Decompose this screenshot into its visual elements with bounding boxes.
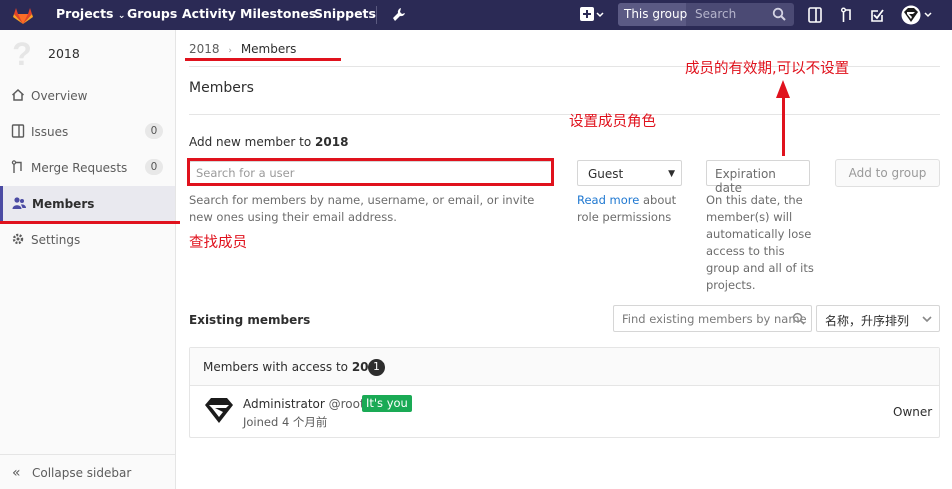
search-icon <box>772 7 786 21</box>
annotation-expiration-note: 成员的有效期,可以不设置 <box>685 61 850 77</box>
merge-requests-count-badge: 0 <box>145 159 163 175</box>
user-search-help: Search for members by name, username, or… <box>189 193 535 224</box>
sort-dropdown-label: 名称，升序排列 <box>825 314 910 328</box>
member-role: Owner <box>893 405 933 419</box>
gear-icon <box>12 233 24 245</box>
issues-icon <box>11 124 25 138</box>
expiration-help: On this date, the member(s) will automat… <box>706 193 814 292</box>
todo-icon[interactable] <box>870 7 884 23</box>
annotation-search-note: 查找成员 <box>189 235 247 251</box>
chevron-down-icon <box>922 316 932 323</box>
home-icon <box>11 88 25 101</box>
annotation-role-note: 设置成员角色 <box>569 114 656 130</box>
sidebar: ? 2018 Overview Issues 0 Merge Requests … <box>0 30 176 489</box>
annotation-arrow-shaft <box>782 96 785 156</box>
breadcrumb-group-link[interactable]: 2018 <box>189 42 220 56</box>
role-select[interactable]: Guest ▼ <box>577 160 682 186</box>
gitlab-logo-icon[interactable] <box>12 5 34 25</box>
users-icon <box>12 197 26 209</box>
group-avatar-icon: ? <box>12 40 32 68</box>
nav-milestones[interactable]: Milestones <box>240 6 316 21</box>
sidebar-item-label: Merge Requests <box>31 161 128 175</box>
plus-square-icon <box>580 7 604 21</box>
double-chevron-left-icon: « <box>12 465 21 481</box>
expiration-date-input[interactable]: Expiration date <box>706 160 810 195</box>
breadcrumb: 2018 › Members <box>189 42 296 56</box>
new-item-button[interactable] <box>580 5 604 26</box>
nav-groups[interactable]: Groups <box>127 6 177 21</box>
sidebar-group-name[interactable]: 2018 <box>48 46 80 61</box>
merge-request-icon <box>11 160 22 173</box>
nav-snippets[interactable]: Snippets <box>314 6 376 21</box>
search-icon[interactable] <box>792 312 805 325</box>
add-to-group-button[interactable]: Add to group <box>835 159 940 187</box>
nav-projects[interactable]: Projects ⌄ <box>56 6 125 21</box>
search-scope-label: This group <box>624 7 688 21</box>
member-joined-date: Joined 4 个月前 <box>243 415 328 429</box>
member-filter-input[interactable]: Find existing members by name <box>613 305 812 332</box>
merge-request-icon[interactable] <box>841 7 853 23</box>
annotation-underline-members <box>0 221 180 224</box>
annotation-search-box-highlight <box>187 158 554 186</box>
top-navbar: Projects ⌄ Groups Activity Milestones Sn… <box>0 0 952 30</box>
members-panel: Members with access to 2018 1 Administra… <box>189 347 940 438</box>
members-panel-title: Members with access to 2018 <box>203 360 385 374</box>
collapse-sidebar-label: Collapse sidebar <box>32 466 132 480</box>
caret-down-icon: ▼ <box>668 169 675 179</box>
page-title: Members <box>189 80 254 96</box>
role-permissions-link[interactable]: Read more <box>577 193 639 207</box>
breadcrumb-current: Members <box>240 42 297 56</box>
nav-divider <box>376 6 377 24</box>
add-member-label: Add new member to 2018 <box>189 135 349 149</box>
sidebar-item-merge-requests[interactable]: Merge Requests 0 <box>0 150 175 186</box>
divider <box>189 114 940 115</box>
role-help: Read more about role permissions <box>577 193 677 224</box>
member-name[interactable]: Administrator @root <box>243 397 365 411</box>
search-placeholder: Search <box>695 7 737 21</box>
sidebar-item-issues[interactable]: Issues 0 <box>0 114 175 150</box>
collapse-sidebar-button[interactable]: « Collapse sidebar <box>0 454 175 489</box>
avatar <box>901 5 932 25</box>
role-select-value: Guest <box>588 167 624 181</box>
annotation-underline-breadcrumb <box>185 58 341 61</box>
chevron-down-icon: ⌄ <box>117 11 126 21</box>
sidebar-item-overview[interactable]: Overview <box>0 78 175 114</box>
existing-members-label: Existing members <box>189 313 311 327</box>
issues-icon[interactable] <box>808 7 822 23</box>
member-count-badge: 1 <box>368 359 385 376</box>
avatar[interactable] <box>204 396 234 424</box>
sort-dropdown[interactable]: 名称，升序排列 <box>816 305 940 332</box>
sidebar-item-label: Issues <box>31 125 69 139</box>
chevron-right-icon: › <box>228 46 232 56</box>
svg-text:?: ? <box>12 40 32 68</box>
sidebar-item-members[interactable]: Members <box>0 186 175 222</box>
sidebar-item-label: Members <box>32 197 95 211</box>
sidebar-item-label: Overview <box>31 89 88 103</box>
sidebar-item-label: Settings <box>31 233 81 247</box>
nav-activity[interactable]: Activity <box>182 6 236 21</box>
user-menu-button[interactable] <box>901 4 933 29</box>
its-you-badge: It's you <box>362 395 412 412</box>
sidebar-item-settings[interactable]: Settings <box>0 222 175 258</box>
issues-count-badge: 0 <box>145 123 163 139</box>
search-box[interactable]: This group Search <box>618 3 794 26</box>
wrench-icon[interactable] <box>392 7 406 23</box>
members-panel-header: Members with access to 2018 1 <box>190 348 939 386</box>
